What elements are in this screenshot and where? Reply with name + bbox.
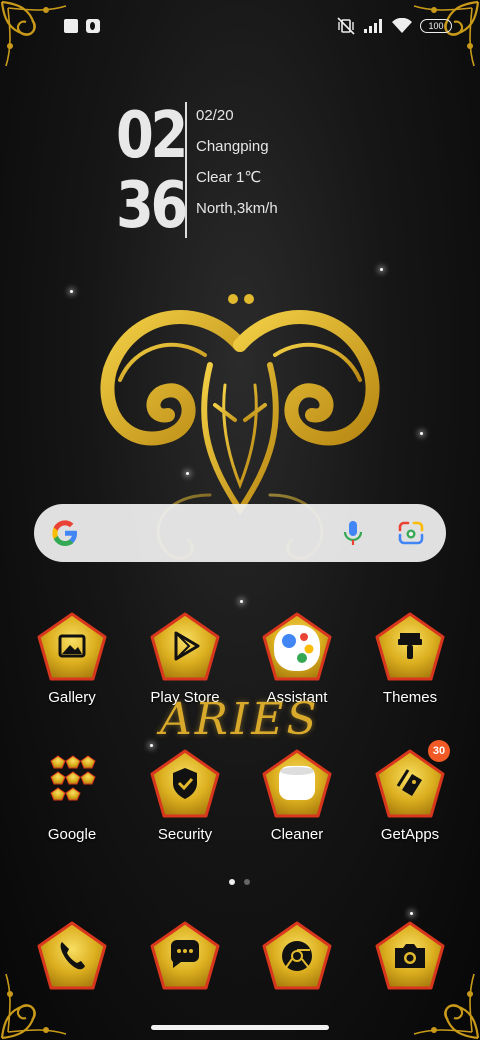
play-store-icon (174, 631, 200, 661)
app-cleaner[interactable]: Cleaner (247, 748, 347, 868)
dock-messages[interactable] (135, 920, 235, 1040)
sparkle (70, 290, 73, 293)
app-gallery[interactable]: Gallery (22, 611, 122, 731)
gesture-navigation-bar[interactable] (151, 1025, 329, 1030)
aries-wallpaper-text: ARIES (160, 694, 320, 745)
page-indicator[interactable] (229, 879, 250, 885)
page-dot[interactable] (244, 879, 250, 885)
cleaner-icon (279, 766, 315, 800)
clock-divider (185, 102, 187, 238)
wind-text: North,3km/h (196, 200, 278, 217)
phone-icon (60, 942, 85, 970)
google-g-icon (52, 520, 77, 546)
notification-badge: 30 (428, 740, 450, 762)
clock-minute: 36 (116, 169, 188, 243)
weather-text: Clear 1℃ (196, 169, 262, 186)
clock-hour: 02 (116, 99, 188, 173)
sparkle (240, 600, 243, 603)
notification-icon (64, 19, 78, 33)
clock-weather-widget[interactable]: 02 36 02/20 Changping Clear 1℃ North,3km… (116, 100, 416, 240)
app-label: Google (47, 826, 97, 843)
sparkle (150, 744, 153, 747)
app-themes[interactable]: Themes (360, 611, 460, 731)
camera-icon (395, 944, 425, 968)
page-dot-active[interactable] (229, 879, 235, 885)
voice-search-icon[interactable] (342, 520, 364, 546)
shield-check-icon (173, 768, 197, 799)
app-getapps[interactable]: 30 GetApps (360, 740, 460, 868)
assistant-icon (274, 625, 320, 671)
brush-icon (398, 633, 422, 659)
signal-icon (364, 19, 382, 33)
app-security[interactable]: Security (135, 748, 235, 868)
google-lens-icon[interactable] (398, 521, 424, 545)
vibrate-off-icon (337, 17, 355, 35)
date-text: 02/20 (196, 107, 234, 124)
sparkle (410, 912, 413, 915)
app-label: Gallery (48, 689, 96, 706)
chrome-icon (282, 941, 312, 971)
dock-chrome[interactable] (247, 920, 347, 1040)
dock-phone[interactable] (22, 920, 122, 1040)
sparkle (380, 268, 383, 271)
google-search-bar[interactable] (34, 504, 446, 562)
app-label: Themes (382, 689, 438, 706)
app-label: Security (157, 826, 213, 843)
dock-camera[interactable] (360, 920, 460, 1040)
battery-indicator: 100 (420, 19, 452, 33)
wifi-icon (392, 18, 412, 33)
sparkle (420, 432, 423, 435)
location-text: Changping (196, 138, 269, 155)
status-bar: 100 (0, 0, 480, 56)
app-label: GetApps (380, 826, 440, 843)
gallery-icon (58, 634, 86, 658)
app-folder-google[interactable]: Google (22, 748, 122, 868)
messages-icon (171, 940, 199, 968)
app-notification-icon (86, 19, 100, 33)
app-label: Cleaner (270, 826, 324, 843)
google-folder-icon (50, 755, 96, 801)
